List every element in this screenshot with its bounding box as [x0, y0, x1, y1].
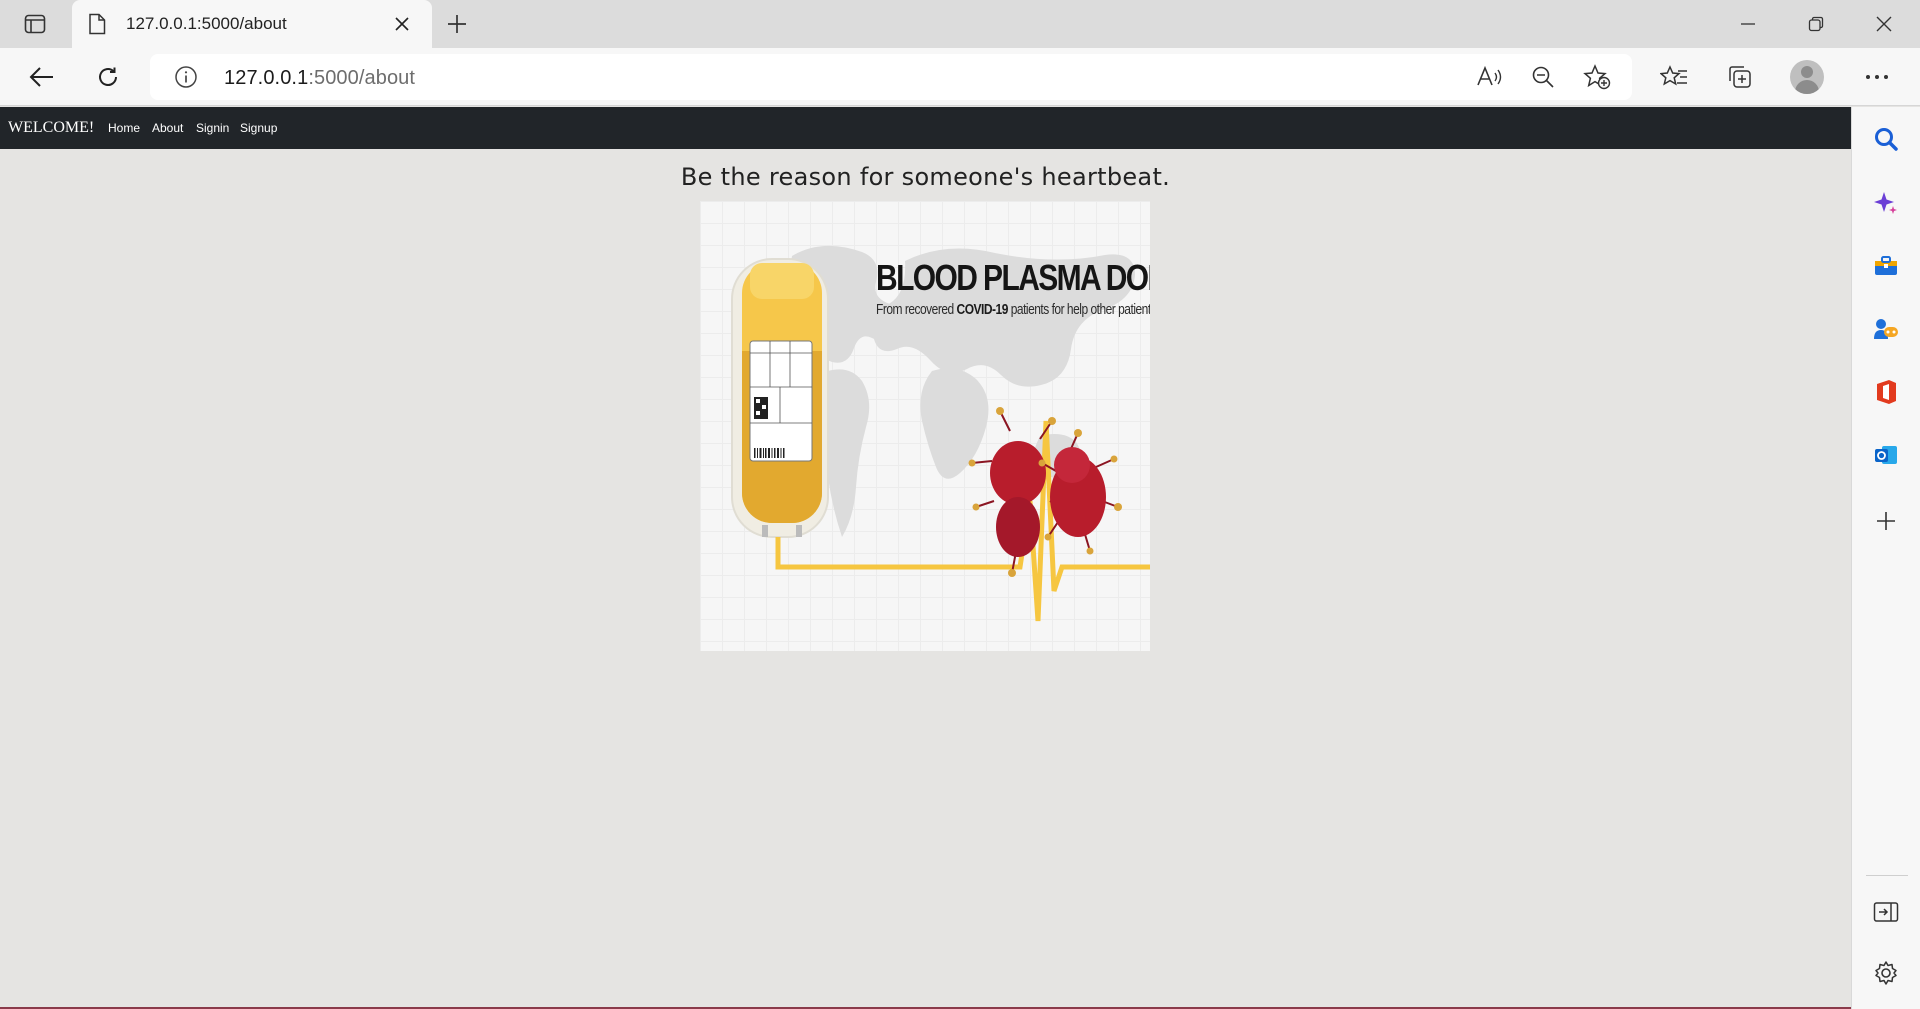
settings-more-button[interactable]: [1857, 58, 1897, 96]
sidebar-divider: [1866, 875, 1908, 876]
sidebar-outlook-button[interactable]: [1866, 435, 1906, 475]
sidebar-copilot-button[interactable]: [1866, 183, 1906, 223]
poster-title: BLOOD PLASMA DONATION: [876, 259, 1150, 299]
collections-button[interactable]: [1720, 58, 1760, 96]
tab-actions-icon: [24, 14, 46, 34]
add-favorite-button[interactable]: [1580, 61, 1614, 93]
close-window-button[interactable]: [1850, 0, 1918, 48]
outlook-icon: [1875, 446, 1897, 464]
restore-button[interactable]: [1782, 0, 1850, 48]
tab-title: 127.0.0.1:5000/about: [126, 14, 287, 33]
games-icon: [1874, 319, 1898, 339]
search-icon: [1875, 128, 1898, 151]
url-path: :5000/about: [308, 67, 416, 89]
close-icon: [395, 17, 409, 31]
tab-bar: 127.0.0.1:5000/about: [0, 0, 1920, 48]
settings-icon: [1875, 961, 1897, 985]
nav-link-signin[interactable]: Signin: [196, 121, 229, 135]
refresh-button[interactable]: [88, 58, 128, 96]
navbar-brand[interactable]: WELCOME!: [8, 119, 94, 137]
close-tab-button[interactable]: [390, 12, 414, 36]
zoom-out-button[interactable]: [1526, 61, 1560, 93]
plasma-donation-poster: BLOOD PLASMA DONATION From recovered COV…: [700, 201, 1150, 651]
poster-subtitle-before: From recovered: [876, 301, 957, 318]
avatar-head: [1801, 66, 1813, 78]
poster-subtitle-covid: COVID-19: [956, 301, 1009, 318]
page-tagline: Be the reason for someone's heartbeat.: [680, 163, 1171, 191]
back-button[interactable]: [22, 58, 62, 96]
sidebar-settings-button[interactable]: [1866, 953, 1906, 993]
sidebar-office-button[interactable]: [1866, 372, 1906, 412]
minimize-button[interactable]: [1714, 0, 1782, 48]
nav-link-home[interactable]: Home: [108, 121, 140, 135]
edge-sidebar: [1851, 107, 1920, 1009]
sidebar-search-button[interactable]: [1866, 119, 1906, 159]
restore-icon: [1808, 16, 1824, 32]
close-icon: [1876, 16, 1892, 32]
new-tab-button[interactable]: [442, 10, 472, 38]
avatar-body: [1795, 80, 1819, 94]
poster-subtitle: From recovered COVID-19 patients for hel…: [876, 301, 1150, 318]
add-favorite-icon: [1583, 64, 1611, 90]
poster-subtitle-after: patients for help other patients: [1007, 301, 1150, 318]
browser-toolbar: 127.0.0.1:5000/about: [0, 48, 1920, 106]
url-text[interactable]: 127.0.0.1:5000/about: [224, 67, 415, 90]
info-icon[interactable]: [174, 65, 198, 89]
tab-actions-button[interactable]: [18, 10, 52, 38]
page-viewport: WELCOME! Home About Signin Signup Be the…: [0, 107, 1851, 1009]
minimize-icon: [1741, 23, 1755, 25]
copilot-icon: [1874, 192, 1897, 214]
zoom-out-icon: [1532, 66, 1554, 88]
favorites-button[interactable]: [1654, 58, 1694, 96]
collections-icon: [1729, 66, 1751, 88]
sidebar-tools-button[interactable]: [1866, 246, 1906, 286]
sidebar-hide-button[interactable]: [1866, 892, 1906, 932]
plus-icon: [448, 15, 466, 33]
address-bar[interactable]: 127.0.0.1:5000/about: [150, 54, 1632, 100]
favorites-icon: [1660, 65, 1687, 86]
browser-tab[interactable]: 127.0.0.1:5000/about: [72, 0, 432, 48]
nav-link-about[interactable]: About: [152, 121, 183, 135]
sidebar-add-button[interactable]: [1866, 501, 1906, 541]
more-icon: [1866, 75, 1888, 79]
add-icon: [1877, 512, 1895, 530]
plasma-bag-illustration: [731, 258, 829, 538]
profile-avatar[interactable]: [1790, 60, 1824, 94]
refresh-icon: [99, 67, 117, 86]
url-host: 127.0.0.1: [224, 67, 309, 89]
read-aloud-button[interactable]: [1472, 61, 1506, 93]
nav-link-signup[interactable]: Signup: [240, 121, 277, 135]
page-icon: [89, 13, 106, 35]
office-icon: [1877, 380, 1896, 404]
tools-icon: [1875, 256, 1897, 275]
site-navbar: WELCOME! Home About Signin Signup: [0, 107, 1851, 149]
read-aloud-icon: [1477, 65, 1502, 86]
hide-sidebar-icon: [1873, 902, 1899, 922]
sidebar-games-button[interactable]: [1866, 309, 1906, 349]
back-arrow-icon: [29, 67, 53, 87]
